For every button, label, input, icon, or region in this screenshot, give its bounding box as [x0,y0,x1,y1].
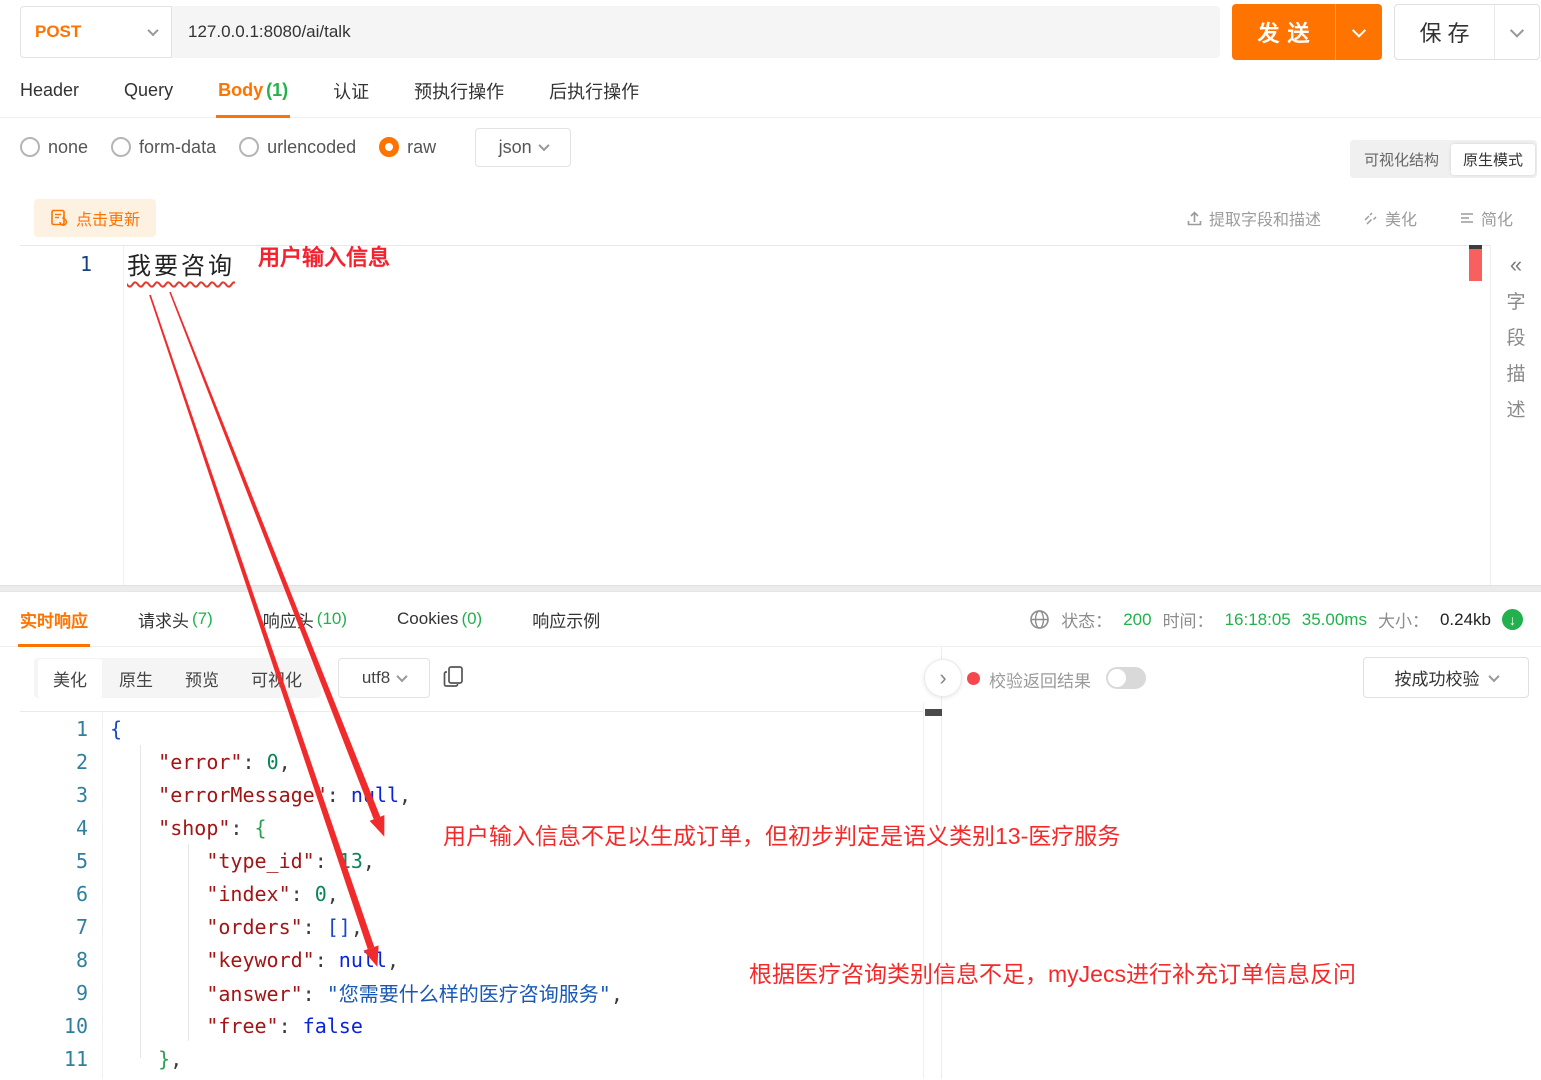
radio-icon [20,137,40,157]
method-label: POST [35,22,82,41]
beautify-button[interactable]: 美化 [1363,206,1417,230]
toggle-knob [1108,669,1126,687]
visual-structure-button[interactable]: 可视化结构 [1352,144,1451,175]
annotation-user-input: 用户输入信息 [258,245,391,270]
section-divider[interactable] [0,585,1541,592]
copy-icon[interactable] [443,665,465,689]
request-body-text[interactable]: 我要咨询 [127,246,235,281]
send-dropdown[interactable] [1335,4,1382,60]
validate-mode-select[interactable]: 按成功校验 [1363,657,1529,698]
status-label: 状态： [1061,612,1113,631]
expand-panel-button[interactable]: › [924,659,962,697]
validate-toggle[interactable] [1106,667,1146,689]
editor-line-number: 1 [79,252,92,276]
chevron-down-icon [147,24,159,37]
tab-response-example[interactable]: 响应示例 [532,592,600,647]
editor-gutter-divider [123,246,124,585]
code-gutter-divider [102,712,103,1079]
field-description-panel[interactable]: « 字 段 描 述 [1496,252,1536,422]
overview-ruler-error-mark[interactable] [1469,249,1482,281]
view-preview[interactable]: 预览 [170,659,234,698]
size-value: 0.24kb [1439,609,1491,629]
radio-none[interactable]: none [20,137,88,158]
view-raw[interactable]: 原生 [104,659,168,698]
radio-selected-icon [379,137,400,157]
code-line: 10 "free": false [63,1013,363,1038]
time-value: 16:18:05 [1224,609,1291,629]
time-label: 时间： [1162,612,1214,631]
document-refresh-icon [51,209,68,226]
download-icon[interactable]: ↓ [1502,609,1523,630]
response-view-switch: 美化 原生 预览 可视化 [34,658,321,698]
raw-format-select[interactable]: json [475,127,572,167]
globe-icon [1030,610,1049,629]
tab-post-script[interactable]: 后执行操作 [549,64,639,118]
validate-result-label: 校验返回结果 [989,672,1091,691]
scrollbar-track[interactable] [923,703,924,1079]
click-update-button[interactable]: 点击更新 [34,199,157,237]
radio-form-data[interactable]: form-data [111,137,216,158]
click-update-label: 点击更新 [76,212,141,229]
code-line: 3 "errorMessage": null, [75,782,412,807]
view-visualize[interactable]: 可视化 [236,659,317,698]
radio-icon [239,137,260,157]
validate-status-dot [967,672,980,685]
tab-live-response[interactable]: 实时响应 [18,592,90,647]
lines-icon [1460,213,1473,223]
indent-guide [188,844,189,1041]
annotation-followup: 根据医疗咨询类别信息不足，myJecs进行补充订单信息反问 [749,961,1356,987]
size-label: 大小： [1377,612,1429,631]
chevron-down-icon [538,139,550,152]
radio-urlencoded[interactable]: urlencoded [239,137,356,158]
save-button[interactable]: 保存 [1394,4,1540,60]
simplify-button[interactable]: 简化 [1459,206,1513,230]
scrollbar-thumb[interactable] [925,709,942,716]
save-dropdown[interactable] [1494,5,1539,59]
code-line: 2 "error": 0, [75,749,291,774]
request-tabs: Header Query Body (1) 认证 预执行操作 后执行操作 [0,64,1541,118]
send-button-label: 发送 [1257,21,1318,46]
code-line: 6 "index": 0, [75,881,339,906]
chevron-down-icon [1509,23,1525,38]
send-button[interactable]: 发送 [1232,4,1382,60]
raw-mode-button[interactable]: 原生模式 [1450,143,1535,175]
response-code-lines[interactable]: 1{2 "error": 0, 3 "errorMessage": null, 4 … [20,711,923,1080]
body-mode-toggle: 可视化结构 原生模式 [1349,140,1537,178]
collapse-left-icon[interactable]: « [1510,252,1522,278]
method-select[interactable]: POST [20,6,172,58]
duration-value: 35.00ms [1301,609,1367,629]
url-input[interactable] [172,6,1220,58]
radio-raw[interactable]: raw [379,137,436,158]
encoding-select[interactable]: utf8 [338,658,430,698]
editor-actions: 提取字段和描述 美化 简化 [1186,199,1513,237]
sparkle-icon [1364,212,1377,225]
panel-divider [1490,245,1491,585]
upload-icon [1187,210,1202,225]
tab-query[interactable]: Query [124,64,173,118]
annotation-classification: 用户输入信息不足以生成订单，但初步判定是语义类别13-医疗服务 [443,823,1121,849]
tab-body[interactable]: Body (1) [216,64,291,118]
indent-guide [140,745,141,1058]
body-type-row: none form-data urlencoded raw json [0,118,1541,176]
response-status-bar: 状态： 200 时间： 16:18:05 35.00ms 大小： 0.24kb … [1029,592,1523,647]
tab-cookies[interactable]: Cookies (0) [397,592,482,647]
tab-pre-script[interactable]: 预执行操作 [414,64,504,118]
save-button-label: 保存 [1419,21,1476,46]
radio-icon [111,137,132,157]
chevron-down-icon [396,670,408,683]
code-line: 7 "orders": [], [75,914,363,939]
status-code: 200 [1123,609,1152,629]
tab-auth[interactable]: 认证 [333,64,369,118]
view-beautify[interactable]: 美化 [38,658,102,698]
chevron-down-icon [1487,670,1500,682]
request-body-editor[interactable] [20,245,1490,586]
tab-header[interactable]: Header [20,64,79,118]
code-line: 1{ [75,716,123,741]
extract-fields-button[interactable]: 提取字段和描述 [1186,206,1321,230]
tab-request-headers[interactable]: 请求头 (7) [138,592,213,647]
tab-response-headers[interactable]: 响应头 (10) [263,592,347,647]
code-line: 11 }, [63,1046,183,1071]
chevron-down-icon [1351,23,1367,38]
